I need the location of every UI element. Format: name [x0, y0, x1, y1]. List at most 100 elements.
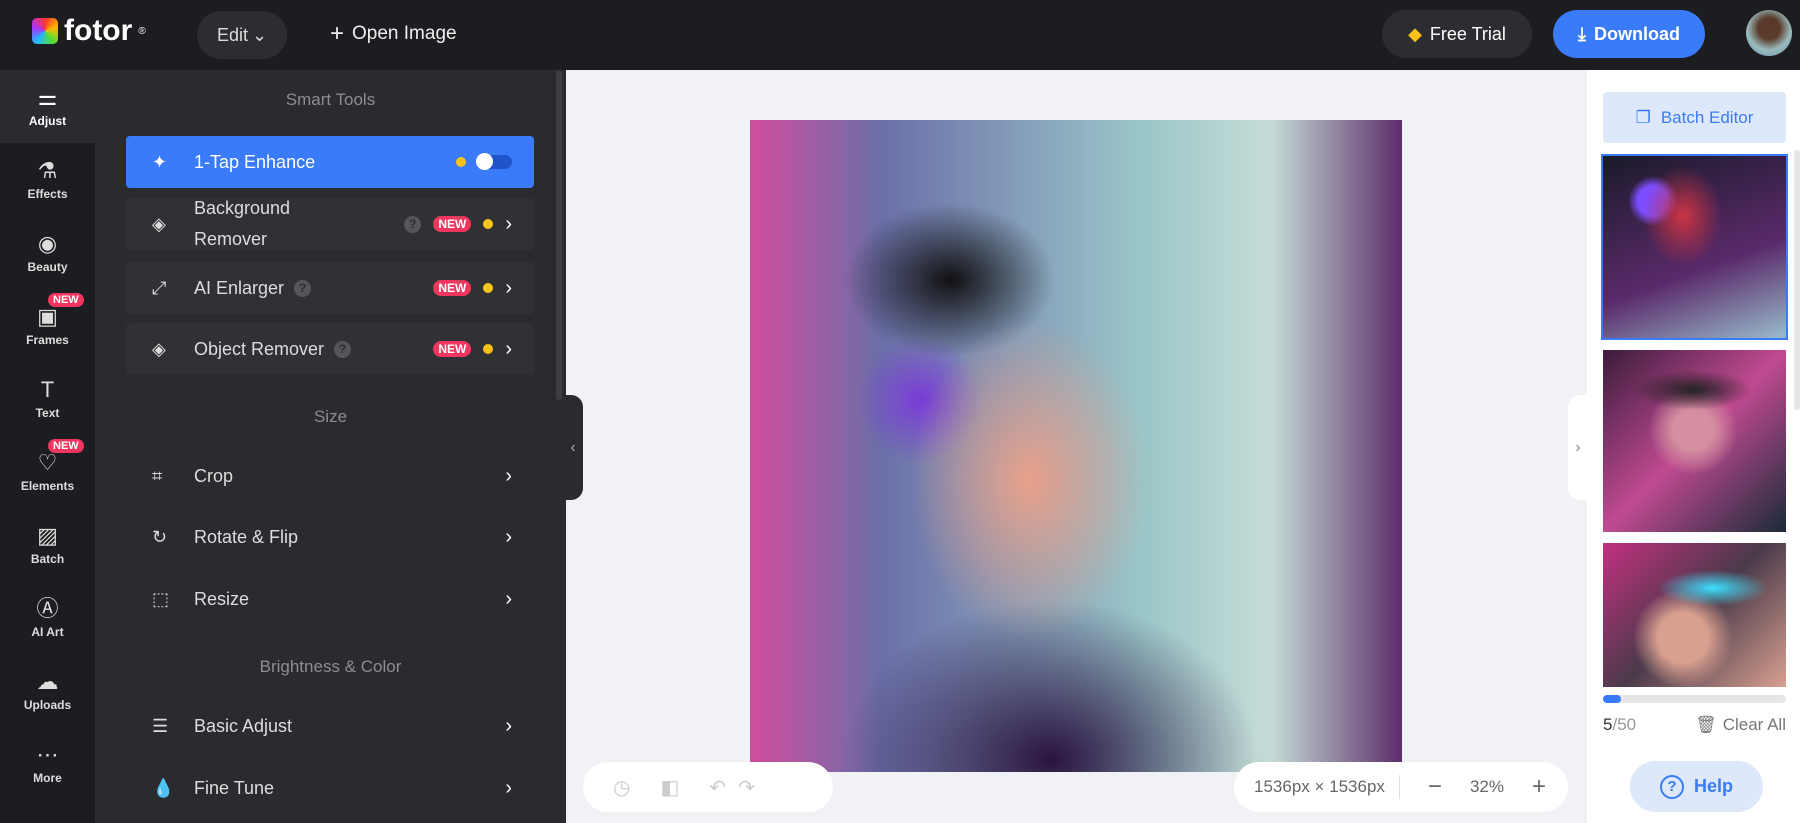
rail-item-elements[interactable]: ♡ Elements NEW [0, 435, 95, 508]
rail-item-more[interactable]: ⋯ More [0, 727, 95, 800]
new-badge: NEW [433, 280, 472, 296]
batch-editor-label: Batch Editor [1660, 107, 1754, 127]
chevron-right-icon: › [1575, 438, 1581, 456]
panel-scrollbar[interactable] [556, 70, 562, 400]
rail-label: More [33, 770, 62, 785]
section-size: Size [313, 407, 348, 426]
rail-label: Batch [30, 551, 65, 566]
chevron-right-icon: › [505, 212, 512, 235]
eraser-icon: ◈ [152, 213, 166, 234]
sliders-icon: ⚌ [37, 84, 58, 110]
help-label: Help [1693, 776, 1733, 796]
chevron-right-icon: › [505, 776, 512, 799]
zoom-in-button[interactable]: + [1532, 773, 1546, 801]
edit-label: Edit [216, 24, 248, 45]
undo-icon[interactable]: ↶ [709, 775, 726, 800]
new-badge: NEW [433, 216, 472, 232]
history-icon[interactable]: ◷ [613, 775, 630, 800]
chevron-right-icon: › [505, 464, 512, 487]
free-trial-button[interactable]: ◆ Free Trial [1382, 10, 1532, 58]
tool-label: AI Enlarger [194, 277, 285, 298]
batch-icon: ▨ [37, 522, 58, 548]
rail-item-uploads[interactable]: ☁ Uploads [0, 654, 95, 727]
rail-item-adjust[interactable]: ⚌ Adjust [0, 70, 95, 143]
rotate-icon: ↻ [152, 526, 168, 547]
stack-icon: ❐ [1635, 107, 1651, 127]
tool-resize[interactable]: ⬚ Resize › [126, 573, 534, 625]
batch-editor-button[interactable]: ❐ Batch Editor [1603, 92, 1786, 143]
compare-icon[interactable]: ◧ [660, 775, 679, 800]
rail-item-effects[interactable]: ⚗ Effects [0, 143, 95, 216]
rail-item-frames[interactable]: ▣ Frames NEW [0, 289, 95, 362]
top-bar: fotor ® Edit ⌄ + Open Image ◆ Free Trial ⤓ Do… [0, 0, 1800, 70]
zoom-level: 32% [1469, 777, 1504, 796]
tool-object-remover[interactable]: ◈ Object Remover? NEW › [126, 323, 534, 375]
download-button[interactable]: ⤓ Download [1553, 10, 1705, 58]
user-avatar[interactable] [1746, 10, 1792, 56]
zoom-out-button[interactable]: − [1428, 773, 1442, 801]
download-label: Download [1593, 23, 1680, 44]
thumbnail-2[interactable] [1603, 350, 1786, 532]
tool-ai-enlarger[interactable]: ⤢ AI Enlarger? NEW › [126, 262, 534, 314]
chevron-right-icon: › [505, 337, 512, 360]
open-image-button[interactable]: + Open Image [330, 20, 457, 48]
batch-panel: ❐ Batch Editor 5/50 🗑 Clear All ? Help [1587, 70, 1800, 823]
chevron-right-icon: › [505, 587, 512, 610]
rail-label: AI Art [31, 624, 64, 639]
rail-label: Elements [20, 478, 75, 493]
canvas-image[interactable] [750, 120, 1402, 772]
section-smart-tools: Smart Tools [285, 90, 376, 109]
tool-label: Fine Tune [194, 777, 275, 798]
tool-background-remover[interactable]: ◈ Background Remover ? NEW › [126, 198, 534, 250]
resize-icon: ⬚ [152, 588, 170, 609]
section-brightness-color: Brightness & Color [259, 657, 402, 676]
help-icon[interactable]: ? [334, 340, 352, 358]
tool-label: Resize [194, 588, 250, 609]
chevron-right-icon: › [505, 714, 512, 737]
tool-crop[interactable]: ⌗ Crop › [126, 450, 534, 502]
chevron-left-icon: ‹ [570, 438, 576, 456]
upload-progress [1603, 695, 1786, 703]
thumbnail-scrollbar[interactable] [1794, 150, 1800, 410]
clear-all-label: Clear All [1722, 715, 1786, 734]
redo-icon[interactable]: ↷ [738, 775, 755, 800]
diamond-icon: ◆ [1408, 23, 1422, 44]
clear-all-button[interactable]: 🗑 Clear All [1695, 715, 1786, 735]
tool-basic-adjust[interactable]: ☰ Basic Adjust › [126, 700, 534, 752]
enhance-toggle[interactable] [476, 153, 512, 170]
help-icon[interactable]: ? [404, 215, 422, 233]
rail-item-batch[interactable]: ▨ Batch [0, 508, 95, 581]
collapse-panel-button[interactable]: ‹ [563, 395, 583, 500]
rail-item-beauty[interactable]: ◉ Beauty [0, 216, 95, 289]
thumbnail-1[interactable] [1601, 154, 1788, 340]
rail-item-ai-art[interactable]: Ⓐ AI Art [0, 581, 95, 654]
tool-label: Rotate & Flip [194, 526, 299, 547]
edit-menu-button[interactable]: Edit ⌄ [197, 11, 287, 59]
history-toolbar: ◷ ◧ ↶ ↷ [583, 762, 833, 812]
new-badge: NEW [48, 439, 84, 453]
expand-right-panel-button[interactable]: › [1568, 395, 1588, 500]
image-count: 5/50 [1603, 715, 1636, 735]
shapes-icon: ♡ [37, 449, 58, 475]
thumbnail-3[interactable] [1603, 543, 1786, 687]
premium-dot [456, 157, 466, 167]
rail-label: Beauty [27, 259, 68, 274]
tool-label: Background Remover [194, 198, 291, 249]
help-button[interactable]: ? Help [1630, 761, 1763, 812]
fotor-logo[interactable]: fotor ® [32, 14, 146, 48]
chevron-right-icon: › [505, 276, 512, 299]
trash-icon: 🗑 [1695, 715, 1717, 734]
help-icon[interactable]: ? [294, 279, 312, 297]
tool-fine-tune[interactable]: 💧 Fine Tune › [126, 762, 534, 814]
tool-label: Basic Adjust [194, 715, 293, 736]
droplet-icon: 💧 [152, 777, 175, 798]
rail-item-text[interactable]: T Text [0, 362, 95, 435]
free-trial-label: Free Trial [1429, 23, 1506, 44]
tool-1-tap-enhance[interactable]: ✦ 1-Tap Enhance [126, 136, 534, 188]
flask-icon: ⚗ [37, 157, 58, 183]
tool-rotate-flip[interactable]: ↻ Rotate & Flip › [126, 511, 534, 563]
premium-dot [483, 283, 494, 293]
tool-label: 1-Tap Enhance [194, 151, 316, 172]
tool-label: Crop [194, 465, 234, 486]
logo-text: fotor [64, 14, 133, 47]
